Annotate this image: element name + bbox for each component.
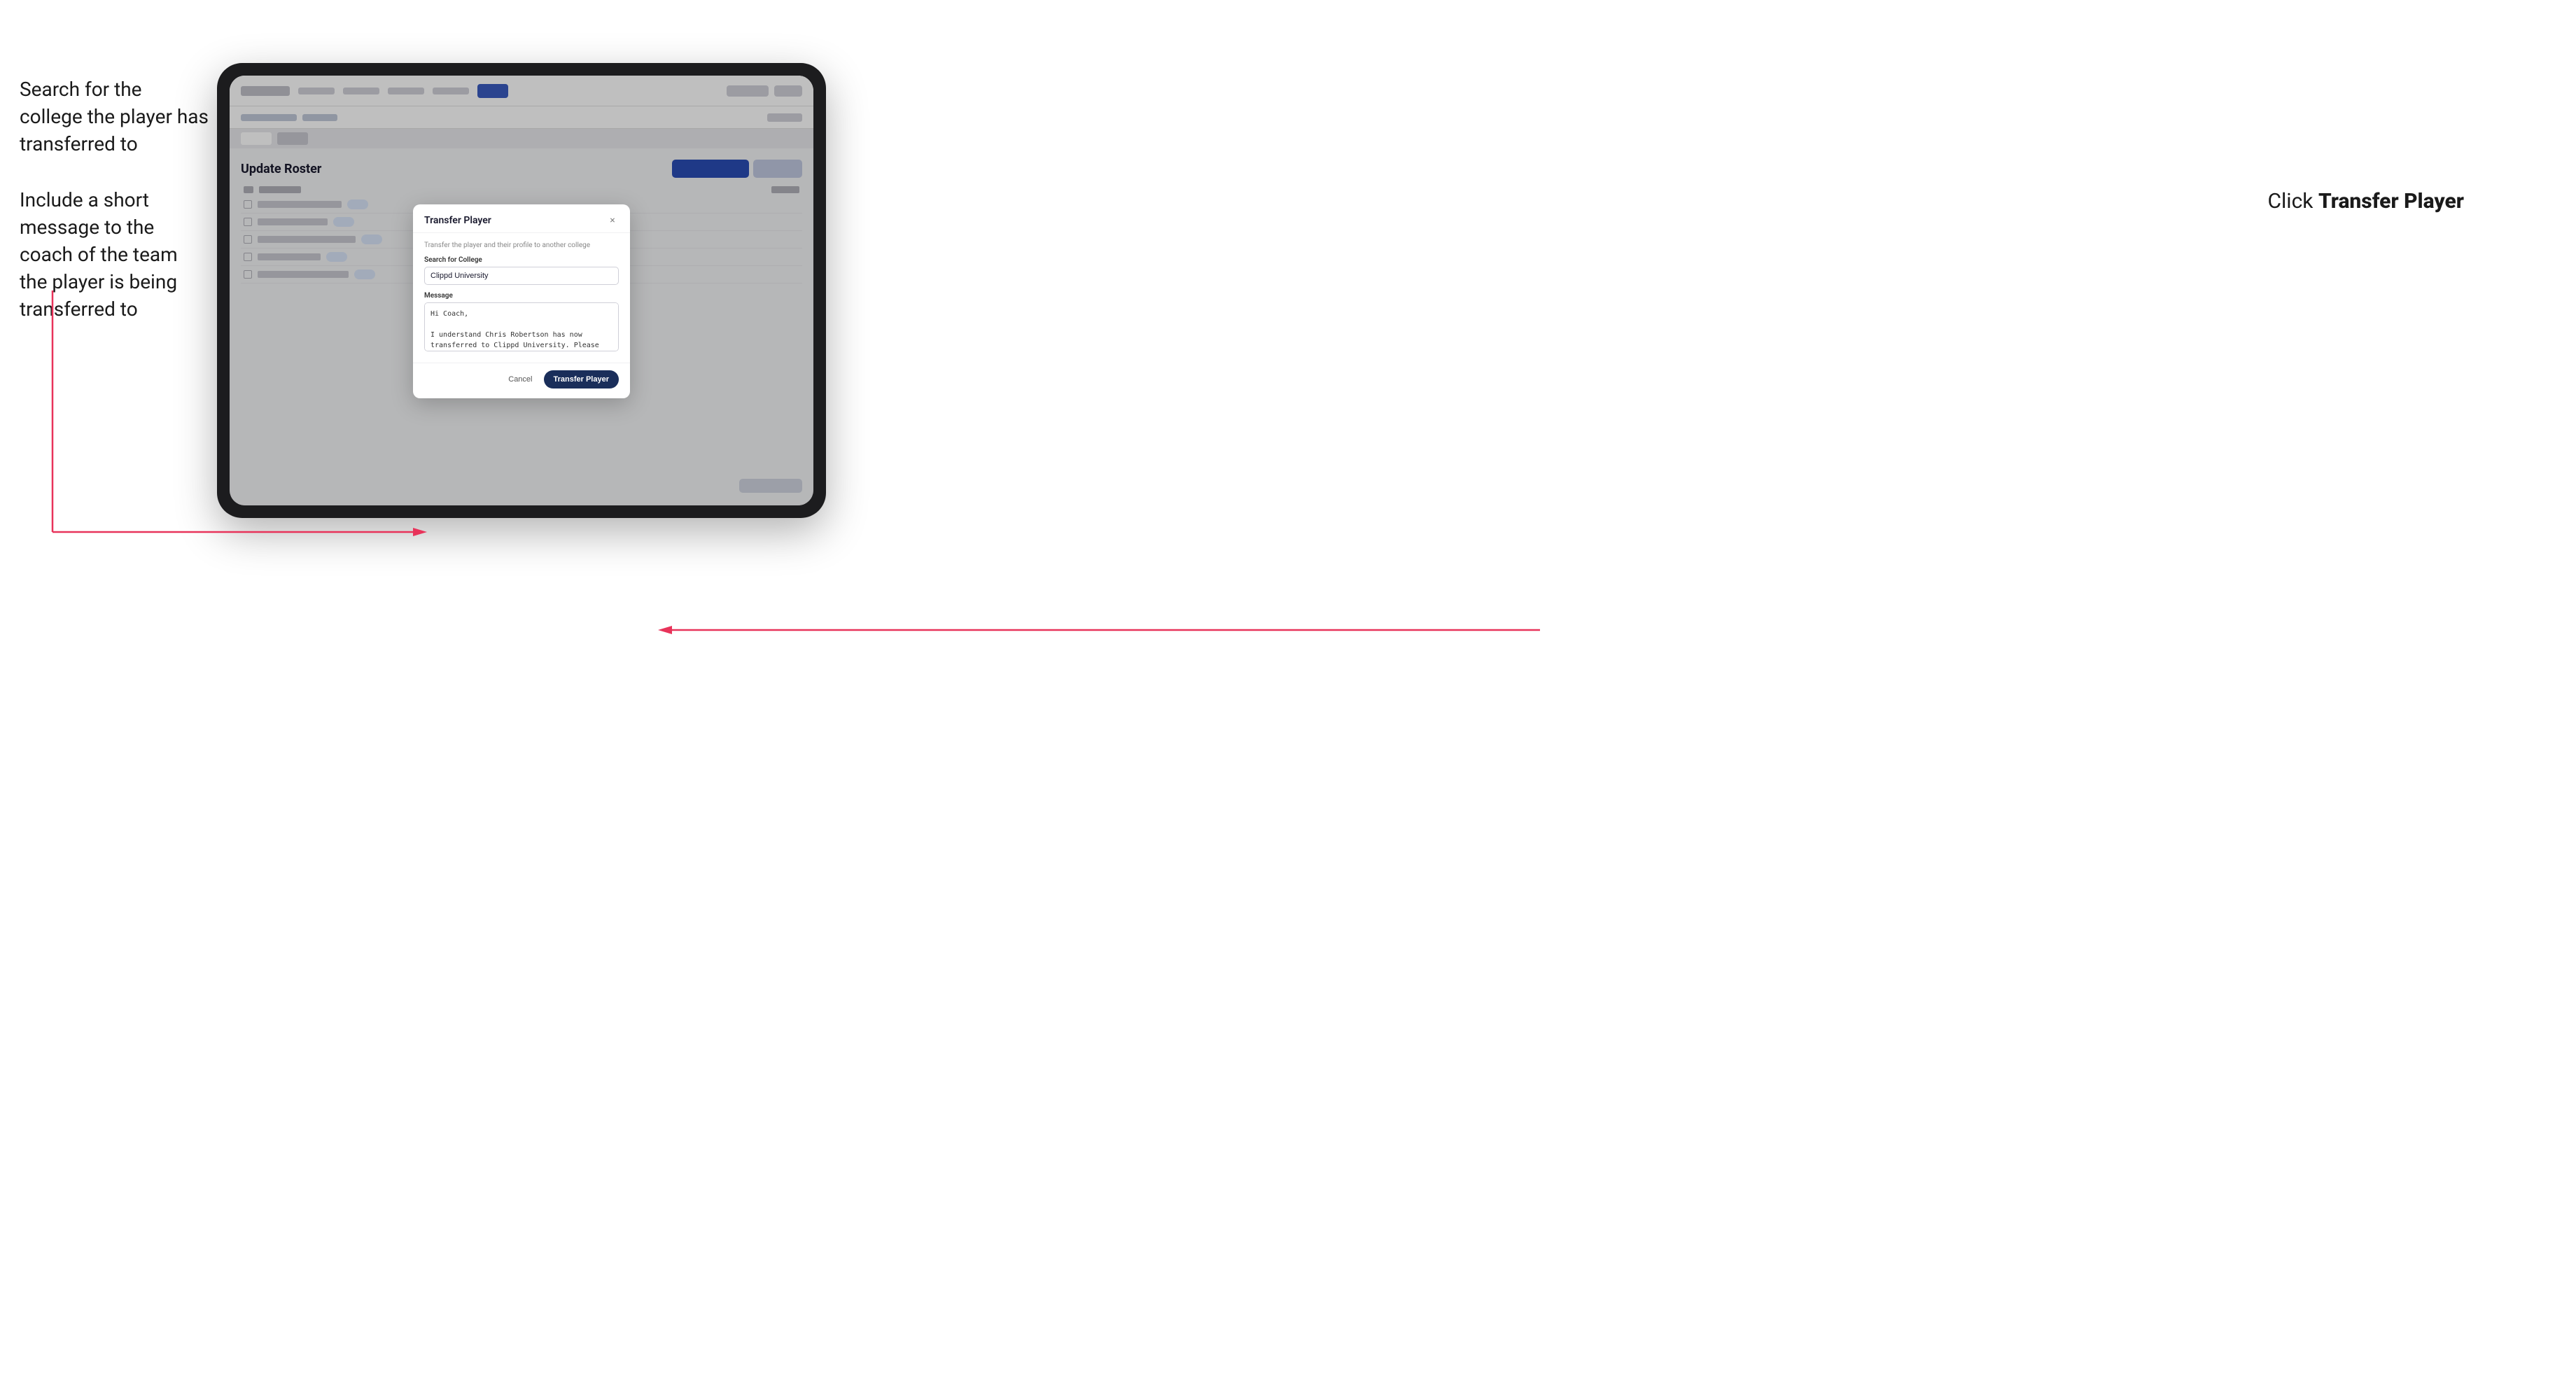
left-annotation: Search for the college the player has tr… [20, 76, 209, 323]
transfer-player-modal: Transfer Player × Transfer the player an… [413, 204, 630, 398]
annotation-search-text: Search for the college the player has tr… [20, 78, 209, 155]
modal-header: Transfer Player × [413, 204, 630, 233]
annotation-transfer-bold: Transfer Player [2318, 189, 2464, 214]
modal-title: Transfer Player [424, 215, 491, 226]
tablet-frame: Update Roster [217, 63, 826, 518]
right-annotation: Click Transfer Player [2267, 189, 2464, 214]
annotation-message-text: Include a short message to the coach of … [20, 188, 178, 321]
transfer-player-button[interactable]: Transfer Player [544, 370, 620, 388]
cancel-button[interactable]: Cancel [503, 372, 538, 387]
annotation-click-prefix: Click [2267, 189, 2318, 214]
modal-footer: Cancel Transfer Player [413, 363, 630, 398]
message-label: Message [424, 292, 619, 300]
search-college-input[interactable] [424, 267, 619, 285]
modal-body: Transfer the player and their profile to… [413, 233, 630, 363]
search-college-label: Search for College [424, 256, 619, 264]
modal-close-button[interactable]: × [606, 214, 619, 227]
modal-overlay: Transfer Player × Transfer the player an… [230, 76, 813, 505]
modal-subtitle: Transfer the player and their profile to… [424, 241, 619, 249]
tablet-screen: Update Roster [230, 76, 813, 505]
message-textarea[interactable]: Hi Coach, I understand Chris Robertson h… [424, 302, 619, 351]
